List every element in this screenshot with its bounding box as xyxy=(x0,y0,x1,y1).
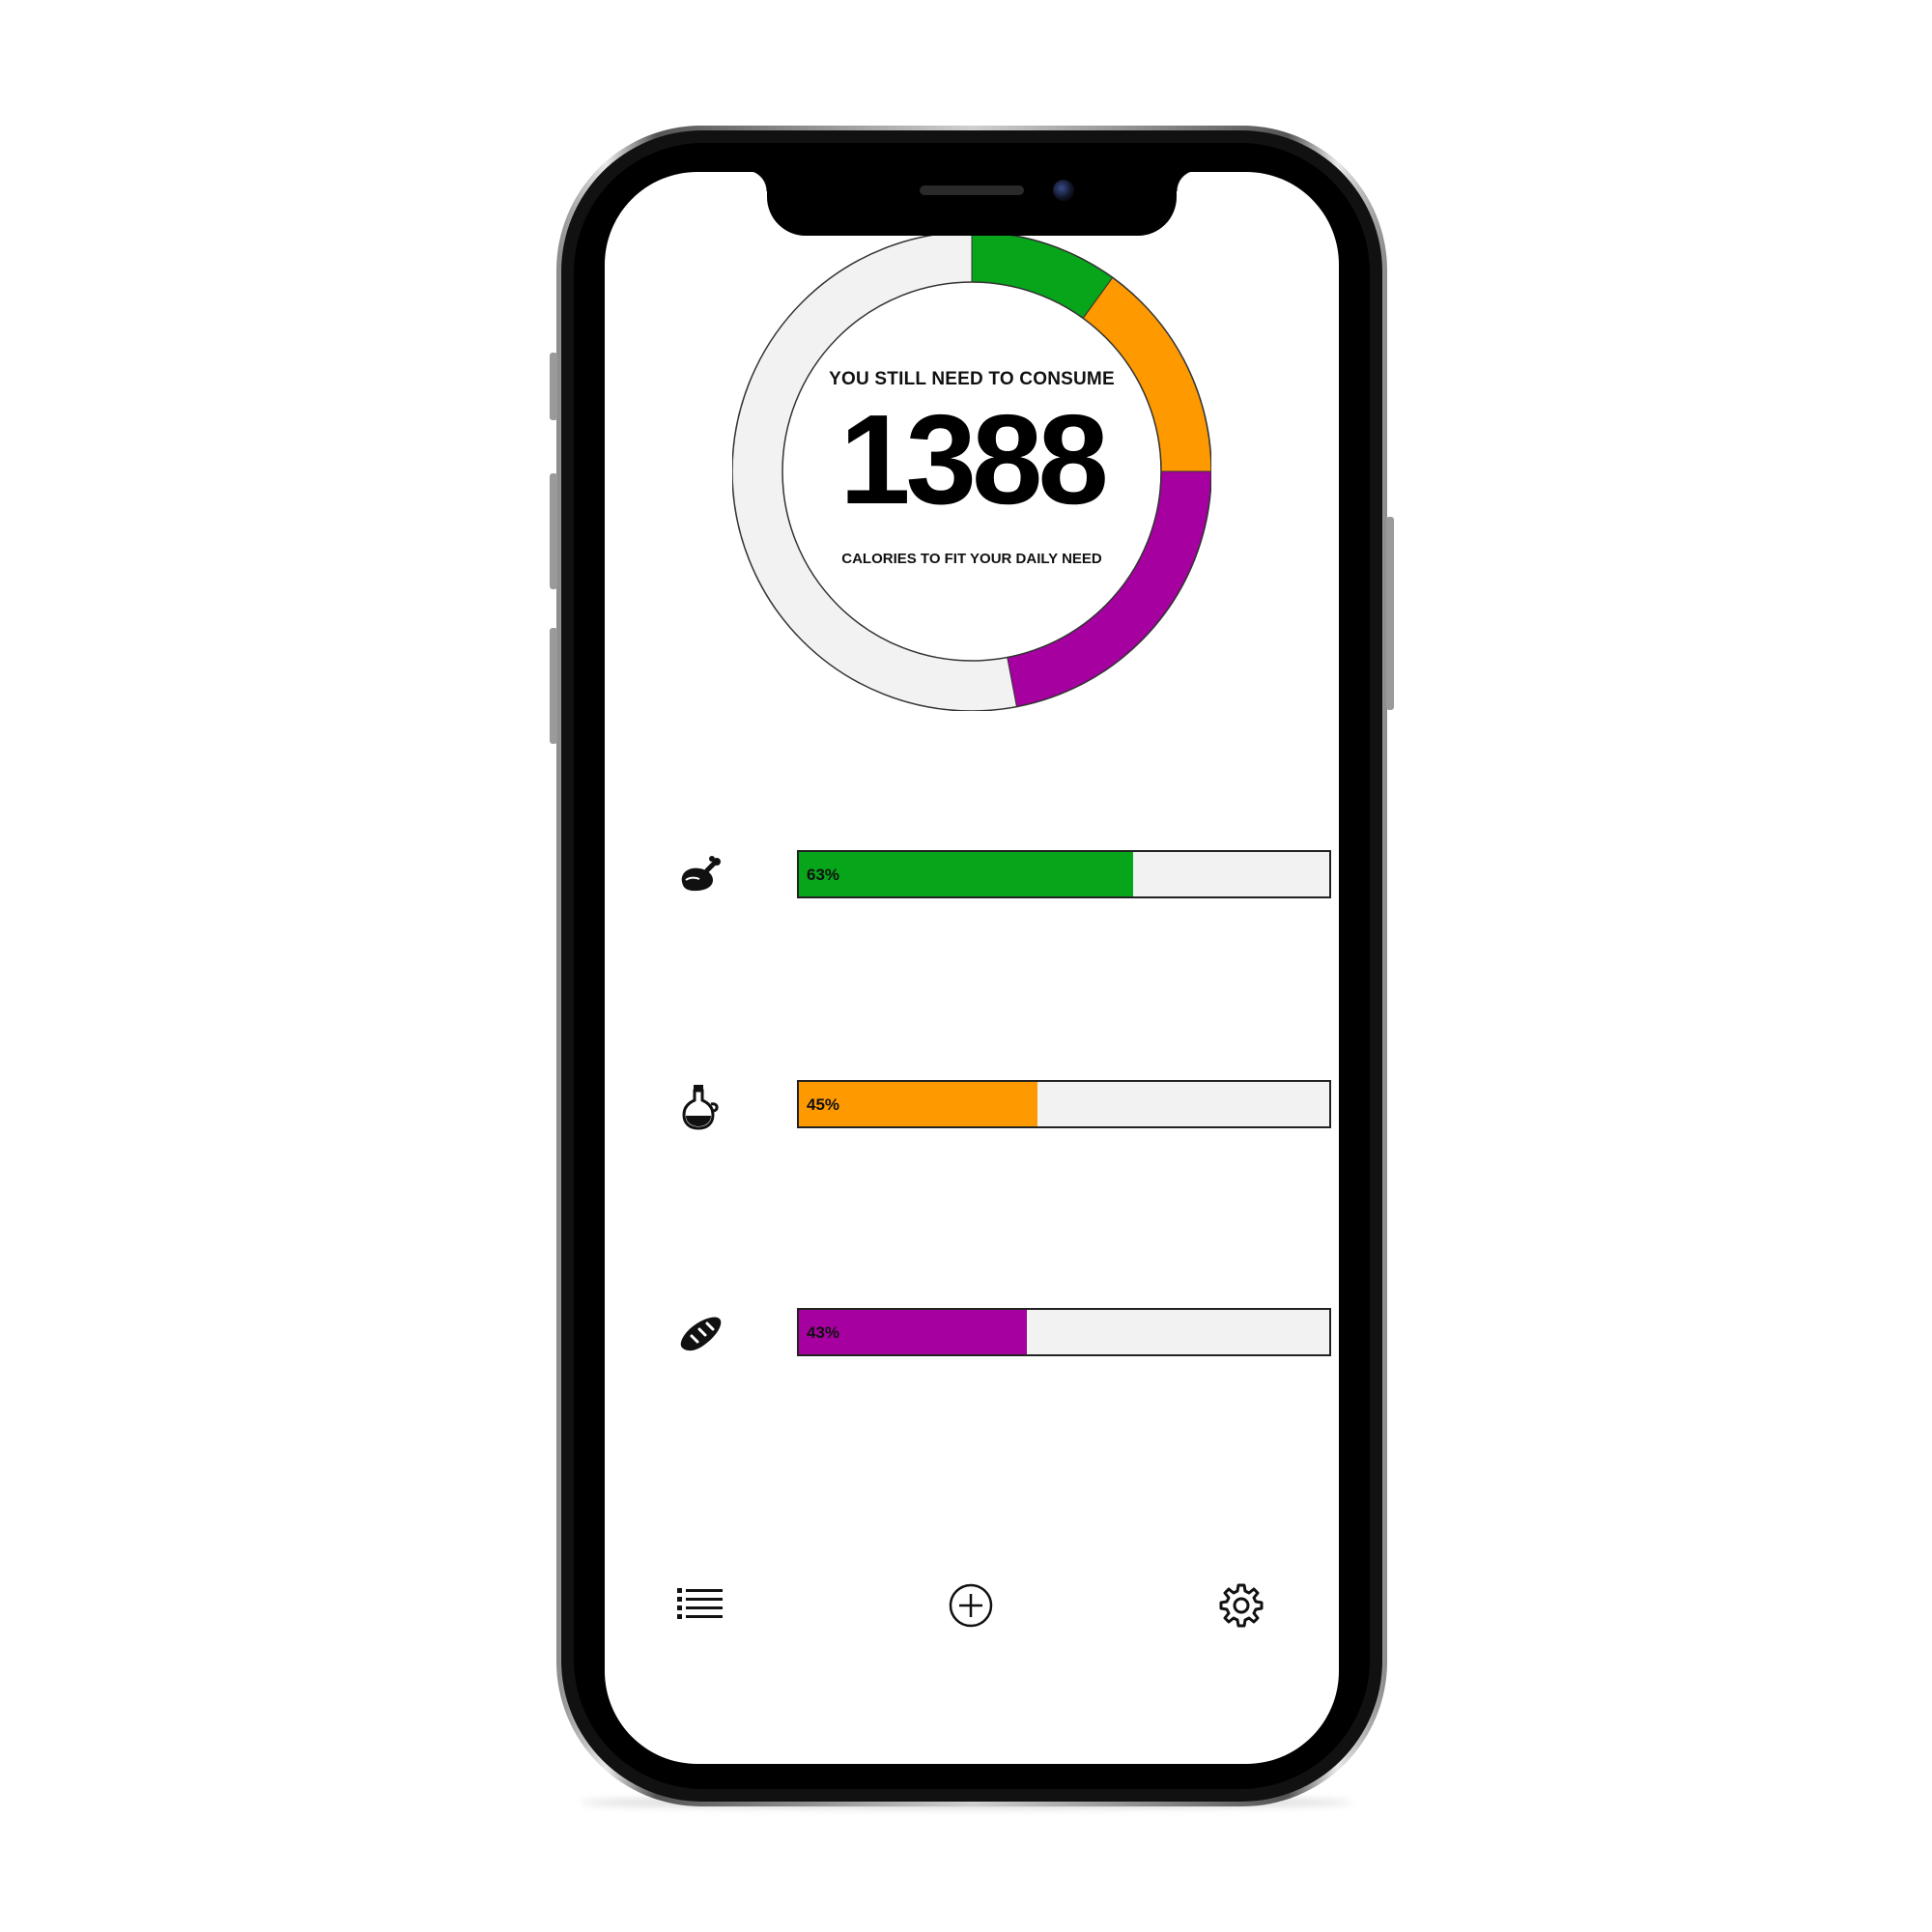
list-button[interactable] xyxy=(674,1579,726,1632)
add-entry-button[interactable] xyxy=(945,1579,997,1632)
protein-progress-fill xyxy=(799,852,1133,896)
notch xyxy=(746,170,1198,236)
calories-remaining-value: 1388 xyxy=(839,388,1109,530)
macro-row-carbs: 43% xyxy=(674,1308,1331,1360)
mute-switch xyxy=(550,353,557,420)
settings-button[interactable] xyxy=(1215,1579,1267,1632)
app-screen: YOU STILL NEED TO CONSUME 1388 CALORIES … xyxy=(605,172,1339,1764)
macro-row-protein: 63% xyxy=(674,850,1331,902)
fat-progress-bar: 45% xyxy=(797,1080,1331,1128)
volume-down-button xyxy=(550,628,557,744)
protein-percent-label: 63% xyxy=(807,866,840,884)
front-camera xyxy=(1053,180,1074,201)
remaining-heading: YOU STILL NEED TO CONSUME xyxy=(829,369,1115,389)
chicken-drumstick-icon xyxy=(681,856,721,892)
protein-progress-bar: 63% xyxy=(797,850,1331,898)
carbs-progress-bar: 43% xyxy=(797,1308,1331,1356)
carbs-percent-label: 43% xyxy=(807,1323,840,1342)
oil-bottle-icon xyxy=(682,1085,719,1130)
power-button xyxy=(1386,517,1394,710)
bread-icon xyxy=(680,1317,722,1351)
macro-row-fat: 45% xyxy=(674,1080,1331,1132)
volume-up-button xyxy=(550,473,557,589)
fat-percent-label: 45% xyxy=(807,1095,840,1114)
speaker-grille xyxy=(920,185,1024,195)
ring-segment-protein xyxy=(971,232,1114,320)
add-circle-icon xyxy=(949,1583,993,1628)
remaining-subtext: CALORIES TO FIT YOUR DAILY NEED xyxy=(841,551,1102,567)
settings-gear-icon xyxy=(1219,1583,1264,1628)
calorie-ring: YOU STILL NEED TO CONSUME 1388 CALORIES … xyxy=(732,232,1211,711)
list-icon xyxy=(677,1588,723,1619)
